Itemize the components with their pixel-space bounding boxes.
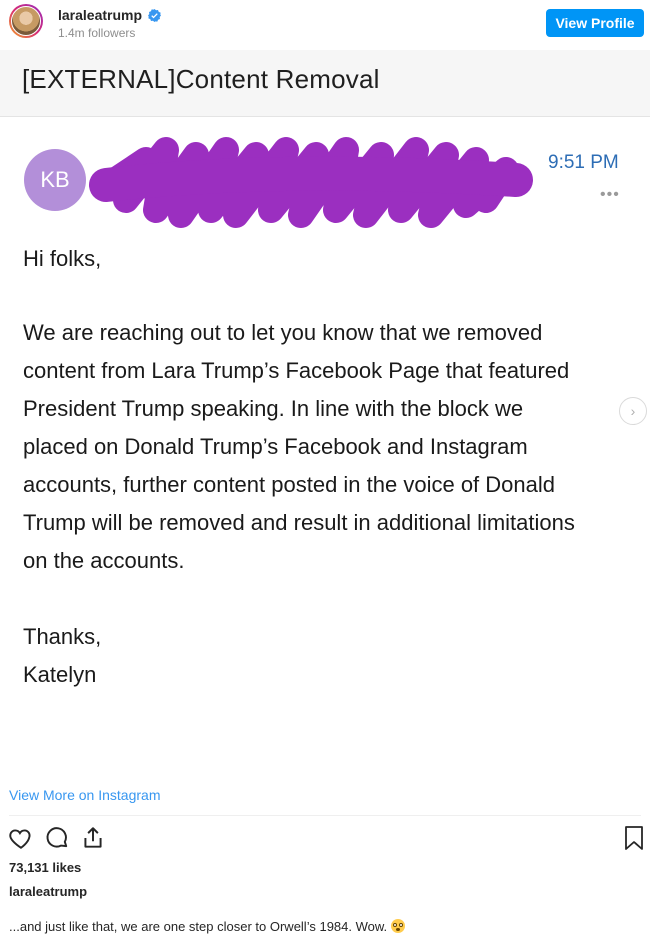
astonished-face-emoji-icon (390, 919, 405, 933)
email-signoff: Thanks, (23, 624, 102, 649)
email-greeting: Hi folks, (23, 246, 102, 271)
email-line: Trump will be removed and result in addi… (23, 510, 575, 535)
redaction-scribble (89, 137, 533, 228)
heart-icon[interactable] (8, 825, 34, 851)
email-line: President Trump speaking. In line with t… (23, 396, 524, 421)
share-icon[interactable] (80, 825, 106, 851)
bookmark-icon[interactable] (624, 825, 644, 851)
view-more-link[interactable]: View More on Instagram (9, 787, 160, 803)
email-paragraph: We are reaching out to let you know that… (23, 314, 633, 580)
email-subject-bar: [EXTERNAL]Content Removal (0, 50, 650, 117)
comment-icon[interactable] (44, 825, 70, 851)
email-line: on the accounts. (23, 548, 185, 573)
email-subject: [EXTERNAL]Content Removal (22, 64, 380, 94)
post-image[interactable]: [EXTERNAL]Content Removal KB 9:51 PM •••… (0, 46, 650, 771)
verified-badge-icon (148, 8, 162, 22)
email-time: 9:51 PM (548, 152, 619, 173)
username-link[interactable]: laraleatrump (58, 7, 142, 23)
avatar-image (11, 6, 41, 36)
email-line: content from Lara Trump’s Facebook Page … (23, 358, 570, 383)
likes-count[interactable]: 73,131 likes (9, 860, 81, 875)
action-bar (8, 825, 106, 851)
caption-username[interactable]: laraleatrump (9, 884, 87, 899)
post-header: laraleatrump 1.4m followers View Profile (0, 0, 650, 46)
caption-body: ...and just like that, we are one step c… (9, 919, 391, 934)
followers-count: 1.4m followers (58, 26, 136, 40)
username-row: laraleatrump (58, 7, 162, 23)
next-slide-button[interactable]: › (619, 397, 647, 425)
sender-avatar: KB (24, 149, 86, 211)
caption-text: ...and just like that, we are one step c… (9, 919, 405, 934)
email-signature: Katelyn (23, 662, 97, 687)
divider (9, 815, 641, 816)
more-options-icon: ••• (600, 186, 620, 203)
email-closing: Thanks, Katelyn (23, 618, 101, 694)
view-profile-button[interactable]: View Profile (546, 9, 644, 37)
profile-avatar[interactable] (9, 4, 43, 38)
email-line: We are reaching out to let you know that… (23, 320, 543, 345)
email-line: accounts, further content posted in the … (23, 472, 555, 497)
email-line: placed on Donald Trump’s Facebook and In… (23, 434, 528, 459)
